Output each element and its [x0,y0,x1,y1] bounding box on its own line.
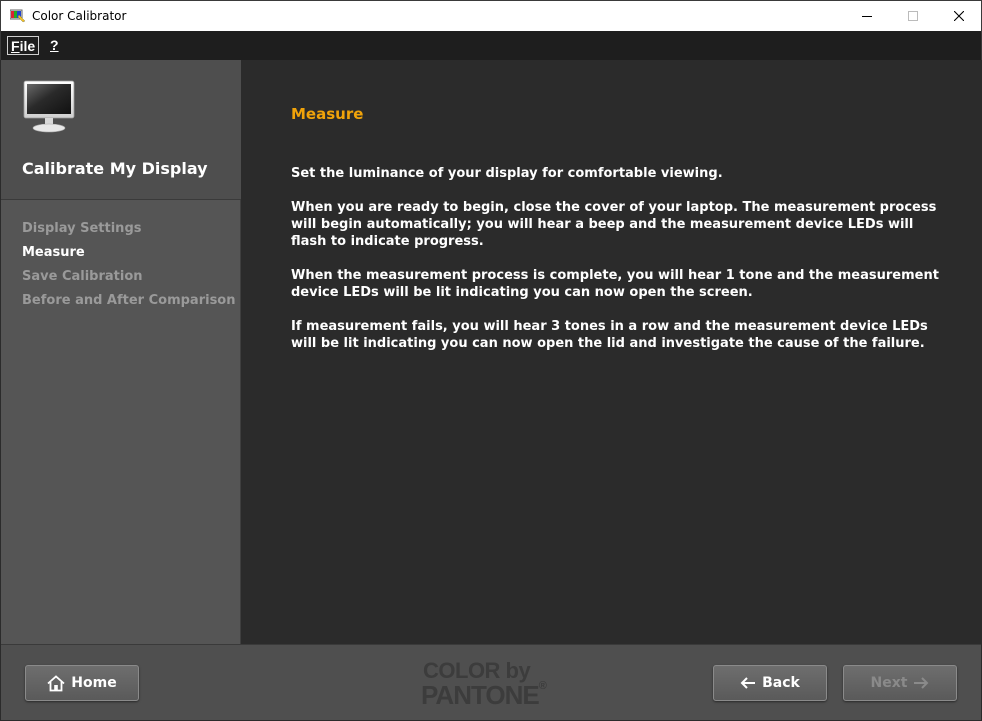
minimize-icon [862,16,872,17]
instruction-paragraph: If measurement fails, you will hear 3 to… [291,319,928,351]
back-button-label: Back [762,675,800,691]
logo-line2-text: PANTONE [421,680,540,710]
menu-help-label: ? [50,37,59,53]
next-button-label: Next [870,675,908,691]
sidebar: Calibrate My Display Display Settings Me… [1,60,241,644]
home-button-label: Home [71,675,117,691]
instruction-paragraph: When the measurement process is complete… [291,268,939,300]
home-button[interactable]: Home [25,665,139,701]
close-button[interactable] [936,1,982,31]
maximize-icon [908,11,918,21]
menu-bar: File ? [0,31,982,60]
step-display-settings[interactable]: Display Settings [22,221,236,245]
color-by-pantone-logo: COLOR by PANTONE® [421,656,571,710]
menu-file-label: ile [19,38,36,54]
maximize-button[interactable] [890,1,936,31]
minimize-button[interactable] [844,1,890,31]
arrow-left-icon [740,677,756,689]
main-panel: Measure Set the luminance of your displa… [242,60,981,644]
title-bar: Color Calibrator [0,0,982,31]
menu-file-mnemonic: F [11,38,20,54]
sidebar-header: Calibrate My Display [1,60,241,200]
monitor-icon [23,80,75,133]
instructions: Set the luminance of your display for co… [291,165,941,369]
step-save-calibration[interactable]: Save Calibration [22,269,236,293]
home-icon [47,674,65,691]
back-button[interactable]: Back [713,665,827,701]
arrow-right-icon [914,677,929,689]
menu-help[interactable]: ? [47,36,62,55]
color-calibrator-app-icon [10,9,26,23]
close-icon [954,11,964,21]
logo-registered-mark: ® [538,680,547,692]
next-button[interactable]: Next [843,665,957,701]
step-measure[interactable]: Measure [22,245,236,269]
menu-file[interactable]: File [7,36,40,55]
sidebar-title: Calibrate My Display [22,159,208,178]
step-before-after-comparison[interactable]: Before and After Comparison [22,293,236,317]
instruction-paragraph: Set the luminance of your display for co… [291,166,723,181]
logo-line2: PANTONE® [421,680,547,711]
window-title: Color Calibrator [32,9,127,23]
footer-bar: Home COLOR by PANTONE® Back Next [1,644,981,720]
step-list: Display Settings Measure Save Calibratio… [22,221,236,317]
instruction-paragraph: When you are ready to begin, close the c… [291,200,937,249]
page-title: Measure [291,105,364,123]
